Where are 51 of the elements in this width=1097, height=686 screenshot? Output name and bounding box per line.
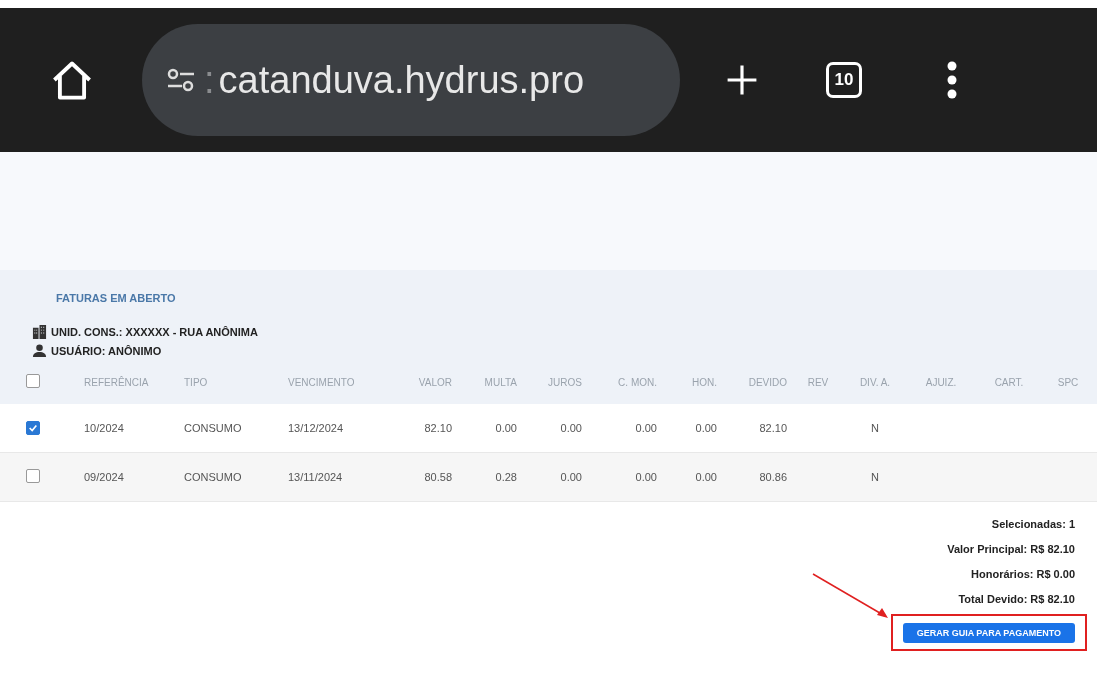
address-bar[interactable]: :catanduva.hydrus.pro (142, 24, 680, 136)
column-header: CART. (994, 376, 1024, 388)
column-header: VENCIMENTO (288, 376, 355, 388)
table-cell: 10/2024 (84, 422, 124, 434)
column-header: DEVIDO (748, 376, 787, 388)
table-cell: 80.58 (424, 471, 452, 483)
building-icon (32, 324, 47, 339)
row-checkbox[interactable] (26, 421, 40, 435)
table-cell: 13/12/2024 (288, 422, 344, 434)
column-header: TIPO (184, 376, 208, 388)
column-header: HON. (692, 376, 717, 388)
column-header: C. MON. (618, 376, 657, 388)
table-cell: 0.00 (560, 471, 582, 483)
section-title: FATURAS EM ABERTO (56, 292, 177, 306)
column-header: AJUIZ. (925, 376, 957, 388)
table-cell: 0.00 (495, 422, 517, 434)
row-checkbox[interactable] (26, 469, 40, 483)
select-all-checkbox[interactable] (26, 374, 40, 388)
table-cell: 0.00 (695, 422, 717, 434)
checkmark-icon (28, 423, 38, 433)
table-cell: 82.10 (759, 422, 787, 434)
table-cell: 80.86 (759, 471, 787, 483)
summary-line: Selecionadas: 1 (991, 517, 1075, 532)
generate-payment-button[interactable]: GERAR GUIA PARA PAGAMENTO (902, 623, 1075, 643)
table-cell: 13/11/2024 (288, 471, 343, 483)
column-header: REFERÊNCIA (84, 376, 149, 388)
summary-line: Honorários: R$ 0.00 (971, 567, 1075, 582)
table-cell: 0.00 (635, 422, 657, 434)
table-cell: CONSUMO (184, 471, 242, 483)
summary-line: Valor Principal: R$ 82.10 (947, 542, 1075, 557)
table-cell: 0.28 (495, 471, 517, 483)
table-cell: CONSUMO (184, 422, 242, 434)
user-label: USUÁRIO: ANÔNIMO (51, 344, 162, 357)
column-header: SPC (1057, 376, 1079, 388)
summary-line: Total Devido: R$ 82.10 (958, 592, 1075, 607)
unit-label: UNID. CONS.: XXXXXX - RUA ANÔNIMA (51, 325, 258, 338)
table-cell: 0.00 (560, 422, 582, 434)
menu-icon[interactable] (946, 60, 958, 100)
table-cell: 82.10 (424, 422, 452, 434)
column-header: JUROS (548, 376, 582, 388)
table-cell: 0.00 (695, 471, 717, 483)
person-icon (32, 343, 47, 358)
table-cell: 0.00 (635, 471, 657, 483)
column-header: REV (807, 376, 829, 388)
table-cell: N (871, 422, 879, 434)
table-cell: N (871, 471, 879, 483)
tab-count-button[interactable]: 10 (826, 62, 862, 98)
column-header: DIV. A. (859, 376, 891, 388)
table-cell: 09/2024 (84, 471, 124, 483)
column-header: MULTA (484, 376, 517, 388)
column-header: VALOR (418, 376, 452, 388)
